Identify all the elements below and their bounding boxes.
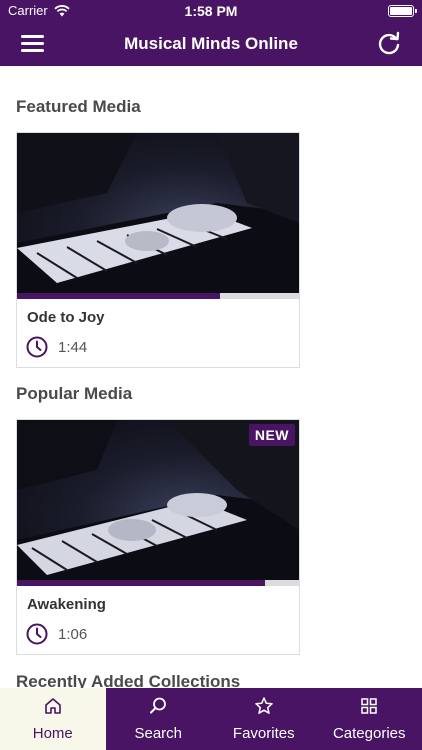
status-bar: Carrier 1:58 PM	[0, 0, 422, 22]
search-icon	[150, 697, 167, 714]
video-thumbnail: NEW	[17, 420, 299, 580]
refresh-icon[interactable]	[376, 31, 402, 57]
watch-progress-fill	[17, 293, 221, 299]
top-bar: Carrier 1:58 PM Musical Minds Online	[0, 0, 422, 66]
popular-section-title: Popular Media	[16, 384, 133, 403]
tab-label: Home	[32, 725, 73, 742]
watch-progress-fill	[17, 580, 266, 586]
duration-text: 1:06	[58, 625, 88, 643]
media-title: Awakening	[27, 596, 106, 613]
tab-bar: Home Search Favorites Categories	[0, 688, 422, 750]
featured-media-card[interactable]: Ode to Joy 1:44	[16, 132, 300, 368]
new-badge: NEW	[248, 424, 295, 446]
media-duration: 1:44	[26, 336, 87, 358]
app-root: Carrier 1:58 PM Musical Minds Online Fea…	[0, 0, 422, 750]
tab-categories[interactable]: Categories	[317, 688, 422, 750]
featured-section-title: Featured Media	[16, 97, 141, 116]
nav-bar: Musical Minds Online	[0, 22, 422, 66]
clock-icon	[26, 623, 48, 645]
recent-section-title: Recently Added Collections	[16, 672, 241, 688]
duration-text: 1:44	[58, 338, 88, 356]
battery-icon	[388, 5, 417, 17]
tab-home[interactable]: Home	[0, 688, 106, 750]
popular-media-card[interactable]: NEW Awakening 1:06	[16, 419, 300, 655]
tab-favorites[interactable]: Favorites	[211, 688, 317, 750]
piano-image	[17, 133, 299, 293]
status-time: 1:58 PM	[184, 3, 238, 19]
clock-icon	[26, 336, 48, 358]
watch-progress-bar	[17, 293, 299, 299]
tab-label: Search	[134, 725, 183, 742]
tab-search[interactable]: Search	[106, 688, 212, 750]
media-title: Ode to Joy	[27, 309, 105, 326]
video-thumbnail	[17, 133, 299, 293]
tab-label: Categories	[332, 725, 406, 742]
home-icon	[44, 698, 61, 714]
tab-label: Favorites	[232, 725, 295, 742]
grid-icon	[361, 698, 377, 714]
watch-progress-bar	[17, 580, 299, 586]
star-icon	[255, 697, 273, 714]
main-content[interactable]: Featured Media Ode to Joy 1:44 Popular M…	[0, 66, 422, 688]
media-duration: 1:06	[26, 623, 87, 645]
page-title: Musical Minds Online	[124, 34, 298, 53]
